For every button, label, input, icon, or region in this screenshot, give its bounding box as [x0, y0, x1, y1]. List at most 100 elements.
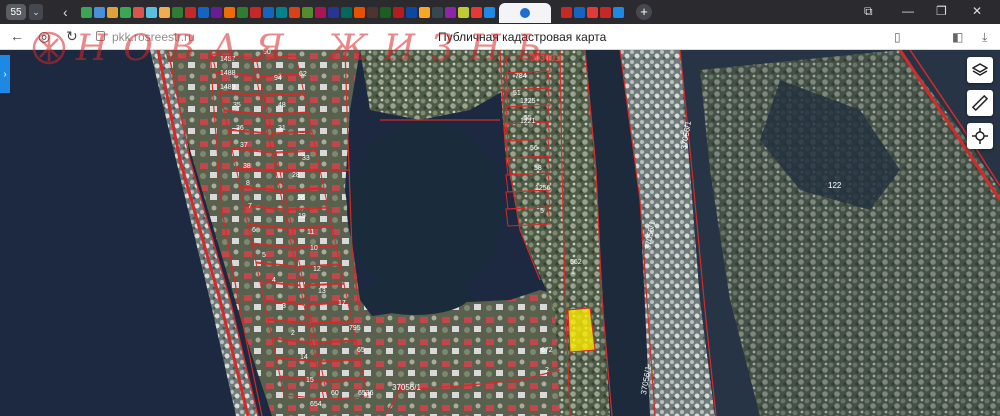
plot-number-label: 4 — [272, 277, 276, 284]
plot-number-label: 2 — [545, 367, 549, 374]
tab-favicon[interactable] — [354, 6, 365, 18]
tab-favicon[interactable] — [237, 6, 248, 18]
tab-favicon[interactable] — [328, 6, 339, 18]
tab-strip-right — [561, 6, 624, 18]
tab-favicon[interactable] — [172, 6, 183, 18]
cadastral-map[interactable]: 1487 1488 1489 35 36 37 38 8 7 6 5 4 3 2 14 15 654 90 94 62… — [0, 50, 1000, 416]
plot-number-label: 56 — [530, 145, 538, 152]
plot-number-label: 65 — [357, 347, 365, 354]
plot-number-label: 14 — [300, 354, 308, 361]
locate-button[interactable] — [967, 123, 993, 149]
plot-number-label: 1488 — [220, 70, 236, 77]
plot-number-label: 15 — [306, 377, 314, 384]
layers-icon — [972, 63, 988, 76]
tab-favicon[interactable] — [380, 6, 391, 18]
minimize-icon[interactable]: — — [902, 4, 914, 18]
tab-favicon[interactable] — [198, 6, 209, 18]
back-icon[interactable]: ← — [10, 28, 24, 44]
plot-number-label: 51 — [513, 90, 521, 97]
lake-south — [360, 275, 470, 315]
reload-icon[interactable]: ↻ — [66, 28, 78, 45]
bookmark-icon[interactable]: ▯ — [894, 30, 901, 44]
tab-favicon[interactable] — [432, 6, 443, 18]
tab-favicon[interactable] — [81, 6, 92, 18]
ruler-button[interactable] — [967, 90, 993, 116]
close-icon[interactable]: ✕ — [972, 4, 982, 18]
tab-favicon[interactable] — [600, 6, 611, 18]
restore-icon[interactable]: ❐ — [936, 4, 947, 18]
tab-favicon[interactable] — [302, 6, 313, 18]
plot-number-label: 784 — [515, 73, 527, 80]
tab-favicon[interactable] — [289, 6, 300, 18]
side-panel-toggle[interactable]: › — [0, 55, 10, 93]
plot-number-label: 60 — [331, 390, 339, 397]
chevron-down-icon[interactable]: ⌄ — [29, 4, 43, 20]
highlighted-parcel[interactable] — [567, 307, 596, 353]
page-title: Публичная кадастровая карта — [438, 30, 607, 44]
plot-number-label: 48 — [278, 102, 286, 109]
browser-tab-bar: 55 ⌄ ‹ + ⧉ — ❐ ✕ — [0, 0, 1000, 24]
tab-counter[interactable]: 55 — [6, 4, 26, 20]
plot-number-label: 35 — [233, 102, 241, 109]
tab-favicon[interactable] — [471, 6, 482, 18]
tab-favicon[interactable] — [613, 6, 624, 18]
plot-number-label: 1225 — [520, 98, 536, 105]
tab-favicon[interactable] — [120, 6, 131, 18]
tab-favicon[interactable] — [419, 6, 430, 18]
tab-favicon[interactable] — [561, 6, 572, 18]
tab-favicon[interactable] — [406, 6, 417, 18]
tab-favicon[interactable] — [367, 6, 378, 18]
tabs-overview-icon[interactable]: ⧉ — [864, 4, 873, 19]
tab-favicon[interactable] — [250, 6, 261, 18]
url-field[interactable]: pkk.rosreestr.ru — [112, 30, 195, 44]
plot-number-label: 1489 — [220, 84, 236, 91]
tab-favicon[interactable] — [445, 6, 456, 18]
plot-number-label: 6 — [252, 227, 256, 234]
plot-number-label: 37 — [240, 142, 248, 149]
plot-number-label: 19 — [298, 213, 306, 220]
tab-favicon[interactable] — [315, 6, 326, 18]
tab-favicon[interactable] — [587, 6, 598, 18]
tab-favicon[interactable] — [159, 6, 170, 18]
plot-number-label: 26 — [297, 195, 305, 202]
lock-icon[interactable] — [96, 31, 105, 41]
extension-icon[interactable]: ◧ — [952, 30, 963, 44]
plot-number-label: 1 — [571, 269, 575, 276]
tab-favicon[interactable] — [484, 6, 495, 18]
plot-number-label: 672 — [541, 347, 553, 354]
tab-favicon[interactable] — [146, 6, 157, 18]
tab-favicon[interactable] — [574, 6, 585, 18]
tab-favicon[interactable] — [211, 6, 222, 18]
tab-favicon[interactable] — [94, 6, 105, 18]
download-icon[interactable]: ⤓ — [982, 30, 987, 45]
active-tab[interactable] — [499, 3, 551, 23]
plot-number-label: 3 — [282, 303, 286, 310]
home-icon[interactable]: ◎ — [38, 28, 50, 45]
plot-number-label: 1256 — [535, 185, 551, 192]
tab-scroll-left-icon[interactable]: ‹ — [63, 4, 75, 20]
tab-favicon[interactable] — [341, 6, 352, 18]
tab-favicon[interactable] — [107, 6, 118, 18]
tab-favicon[interactable] — [185, 6, 196, 18]
plot-number-label: 31 — [278, 125, 286, 132]
tab-favicon[interactable] — [224, 6, 235, 18]
tab-favicon[interactable] — [276, 6, 287, 18]
cadastral-area-label: 303001 — [530, 53, 560, 63]
tab-favicon[interactable] — [263, 6, 274, 18]
plot-number-label: 58 — [534, 165, 542, 172]
layers-button[interactable] — [967, 57, 993, 83]
plot-number-label: 562 — [570, 259, 582, 266]
plot-number-label: 62 — [299, 71, 307, 78]
ruler-icon — [972, 95, 988, 111]
plot-number-label: 36 — [236, 125, 244, 132]
tab-favicon[interactable] — [458, 6, 469, 18]
plot-number-label: 7 — [248, 203, 252, 210]
new-tab-button[interactable]: + — [636, 4, 652, 20]
tab-favicon[interactable] — [393, 6, 404, 18]
plot-number-label: 2 — [291, 330, 295, 337]
plot-number-label: 90 — [263, 50, 271, 56]
plot-number-label: 654 — [310, 401, 322, 408]
plot-number-label: 5 — [262, 252, 266, 259]
satellite-map-canvas[interactable]: 1487148814893536373887654321415654909462… — [0, 50, 1000, 416]
tab-favicon[interactable] — [133, 6, 144, 18]
